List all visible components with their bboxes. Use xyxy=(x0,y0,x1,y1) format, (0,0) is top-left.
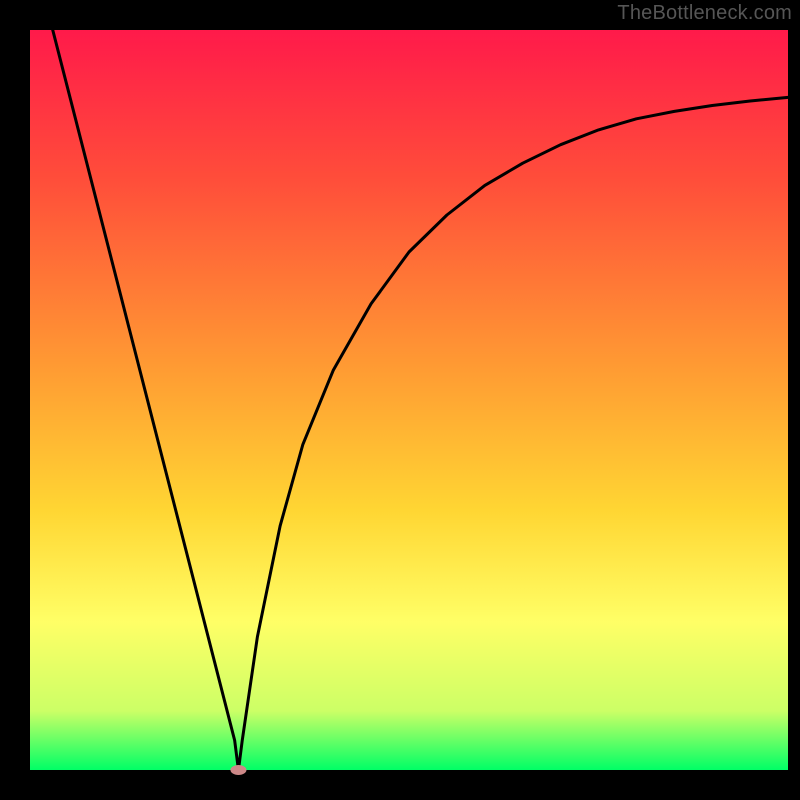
chart-plot-area xyxy=(30,30,788,770)
optimal-point-marker xyxy=(230,765,246,775)
watermark-label: TheBottleneck.com xyxy=(617,2,792,25)
bottleneck-chart xyxy=(0,0,800,800)
chart-container: TheBottleneck.com xyxy=(0,0,800,800)
